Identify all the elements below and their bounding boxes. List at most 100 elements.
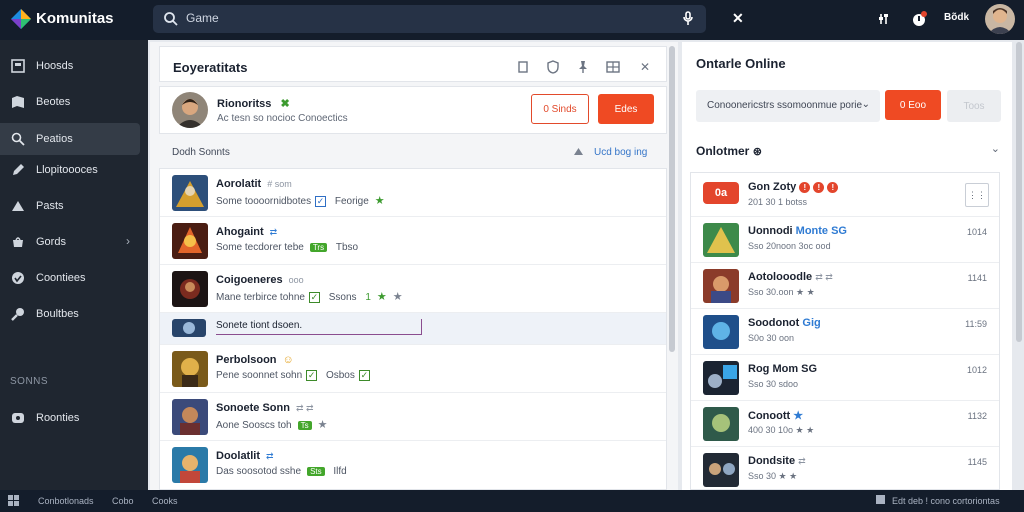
rename-input[interactable]: Sonete tiont dsoen. <box>216 319 422 335</box>
friend-status: Mane terbirce tohne ✓ Ssons 1 ★ ★ <box>216 291 403 303</box>
layout-icon[interactable] <box>606 60 620 74</box>
cart-icon <box>13 237 23 247</box>
grid-icon[interactable] <box>8 495 19 506</box>
friend-row[interactable]: Coigoeneres ooo Mane terbirce tohne ✓ Sson… <box>160 265 666 313</box>
collapse-chevron-icon[interactable]: ⌄ <box>991 142 1000 155</box>
check-icon: ✓ <box>358 370 370 381</box>
online-name: Rog Mom SG <box>748 363 818 375</box>
status-link[interactable]: Cooks <box>152 496 178 506</box>
user-name[interactable]: Bõdk <box>944 12 969 23</box>
load-more-link[interactable]: Ucd bog ing <box>594 147 647 158</box>
friend-list: Aorolatit # som Some toooornidbotes ✓ Feor… <box>159 168 667 490</box>
online-row[interactable]: Soodonot Gig S0o 30 oon 11:59 <box>691 309 999 355</box>
friends-count-button[interactable]: 0 Sinds <box>531 94 589 124</box>
sidebar-item-rooms[interactable]: Roonties <box>0 402 140 434</box>
online-time: 1014 <box>966 227 987 237</box>
online-row[interactable]: Uonnodi Monte SG Sso 20noon 3oc ood 1014 <box>691 217 999 263</box>
close-panel-icon[interactable]: ✕ <box>638 60 652 74</box>
check-icon: ✓ <box>306 370 318 381</box>
shield-icon[interactable] <box>546 60 560 74</box>
disabled-button[interactable]: Toos <box>947 90 1001 122</box>
sidebar-item-home[interactable]: Hoosds <box>0 50 140 82</box>
online-row[interactable]: Dondsite ⇄ Sso 30 ★ ★ 1145 <box>691 447 999 491</box>
sidebar-item-posts[interactable]: Pasts <box>0 190 140 222</box>
right-scrollbar[interactable] <box>1016 42 1022 342</box>
gamepad-icon <box>12 413 24 423</box>
friend-row-selected[interactable]: Sonete tiont dsoen. <box>160 313 666 345</box>
sidebar-item-edit[interactable]: Llopitoooces <box>0 154 140 186</box>
filter-select[interactable]: Conoonericstrs ssomoonmue porie ⌄ <box>696 90 880 122</box>
online-sub: Sso 30 ★ ★ <box>748 471 798 481</box>
panel-header: Eoyeratitats ✕ <box>159 46 667 82</box>
sidebar-item-label: Peatios <box>36 133 73 145</box>
search-bar[interactable] <box>153 5 706 33</box>
online-action-button[interactable]: 0 Eoo <box>885 90 941 120</box>
online-sub: Sso 20noon 3oc ood <box>748 241 831 251</box>
app-name[interactable]: Komunitas <box>36 10 114 27</box>
online-row[interactable]: 0a Gon Zoty!!! 201 30 1 botss ⋮⋮ <box>691 173 999 217</box>
sidebar-item-tools[interactable]: Boultbes <box>0 298 140 330</box>
friend-name: Aorolatit # som <box>216 178 292 190</box>
status-link[interactable]: Conbotlonads <box>38 496 94 506</box>
friend-row[interactable]: Perbolsoon ☺ Pene soonnet sohn ✓ Osbos ✓ <box>160 345 666 393</box>
game-thumbnail <box>703 315 739 349</box>
sidebar-section-title: SONNS <box>10 376 49 387</box>
filter-select-value: Conoonericstrs ssomoonmue porie <box>707 100 863 111</box>
search-icon <box>164 12 178 26</box>
more-options-button[interactable]: ⋮⋮ <box>965 183 989 207</box>
friend-row[interactable]: Sonoete Sonn ⇄ ⇄ Aone Sooscs toh Ts ★ <box>160 393 666 441</box>
edit-profile-button[interactable]: Edes <box>598 94 654 124</box>
online-row[interactable]: Rog Mom SG Sso 30 sdoo 1012 <box>691 355 999 401</box>
online-sub: S0o 30 oon <box>748 333 795 343</box>
info-icon: ⊛ <box>752 146 762 158</box>
online-time: 1141 <box>967 273 987 283</box>
globe-icon <box>12 272 24 284</box>
status-link[interactable]: Cobo <box>112 496 134 506</box>
sidebar-item-label: Pasts <box>36 200 64 212</box>
profile-card: Rionoritss ✖ Ac tesn so nocioc Conoectic… <box>159 86 667 134</box>
friend-row[interactable]: Ahogaint ⇄ Some tecdorer tebe Trs Tbso <box>160 217 666 265</box>
app-logo-icon[interactable] <box>10 8 32 30</box>
game-thumbnail <box>172 175 208 211</box>
voice-search-icon[interactable] <box>680 10 696 28</box>
avatar-image <box>172 92 208 128</box>
star-icon: ★ <box>317 419 328 431</box>
sidebar-item-bookmarks[interactable]: Beotes <box>0 86 140 118</box>
online-panel-title: Ontarle Online <box>696 56 786 71</box>
sidebar-item-groups[interactable]: Gords › <box>0 226 140 258</box>
pin-icon[interactable] <box>576 60 590 74</box>
online-tag: Trs <box>309 243 328 252</box>
user-avatar[interactable] <box>985 4 1015 34</box>
verified-icon: ✖ <box>280 98 290 110</box>
friend-row[interactable]: Doolatlit ⇄ Das soosotod sshe Sts Ilfd <box>160 441 666 489</box>
friend-status: Aone Sooscs toh Ts ★ <box>216 419 328 431</box>
sidebar-item-search[interactable]: Peatios <box>0 123 140 155</box>
status-bar: Conbotlonads Cobo Cooks Edt deb ! cono c… <box>0 490 1024 512</box>
online-row[interactable]: Conoott ★ 400 30 10o ★ ★ 1132 <box>691 401 999 447</box>
chevron-down-icon: ⌄ <box>861 99 870 110</box>
status-square-icon <box>876 495 885 504</box>
friend-row[interactable]: Aorolatit # som Some toooornidbotes ✓ Feor… <box>160 169 666 217</box>
search-input[interactable] <box>186 11 636 25</box>
profile-name[interactable]: Rionoritss ✖ <box>217 97 290 110</box>
profile-avatar[interactable] <box>172 92 208 128</box>
sidebar-item-community[interactable]: Coontiees <box>0 262 140 294</box>
online-time: 11:59 <box>965 319 987 329</box>
sidebar-item-label: Boultbes <box>36 308 79 320</box>
online-name: Conoott ★ <box>748 410 804 422</box>
profile-subtitle: Ac tesn so nocioc Conoectics <box>217 113 348 124</box>
game-thumbnail <box>172 223 208 259</box>
online-name: Dondsite ⇄ <box>748 455 806 467</box>
online-panel: Ontarle Online Conoonericstrs ssomoonmue… <box>682 42 1012 490</box>
chevron-right-icon[interactable]: › <box>126 234 130 248</box>
copy-icon[interactable] <box>516 60 530 74</box>
friend-status: Some toooornidbotes ✓ Feorige ★ <box>216 195 385 207</box>
main-scrollbar[interactable] <box>669 46 675 352</box>
sidebar-item-label: Gords <box>36 236 66 248</box>
filter-icon[interactable] <box>878 11 894 27</box>
online-sub: Sso 30 sdoo <box>748 379 799 389</box>
close-search-icon[interactable]: ✕ <box>732 11 744 25</box>
online-list-title: Onlotmer ⊛ <box>696 144 762 158</box>
notification-icon[interactable] <box>911 11 927 27</box>
online-row[interactable]: Aotolooodle ⇄ ⇄ Sso 30.oon ★ ★ 1141 <box>691 263 999 309</box>
